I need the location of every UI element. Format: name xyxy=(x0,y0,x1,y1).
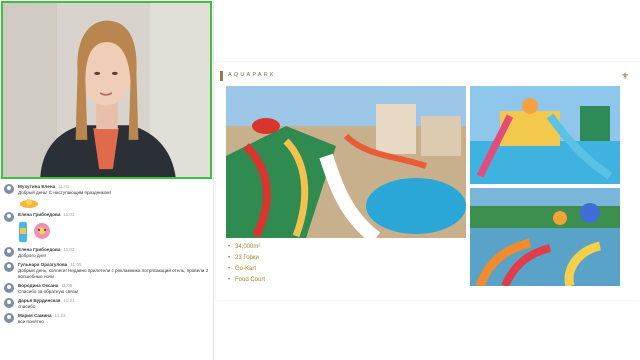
chat-timestamp: 11:21 xyxy=(63,298,75,303)
chat-message: Бородина Оксана 11:06 Спасибо за обратную … xyxy=(4,283,210,295)
chat-message-text: спасибо xyxy=(18,304,36,309)
chat-author: Елена Грибоедова xyxy=(18,212,61,217)
bullet-go-kart: Go-Kart xyxy=(228,264,265,275)
speaker-video-frame xyxy=(3,3,210,177)
chat-message: Елена Грибоедова 11:02 Доброго дня! xyxy=(4,247,210,259)
slide-title-marker xyxy=(220,71,223,81)
chat-author: Мария Самина xyxy=(18,313,52,318)
chat-message-text: Спасибо за обратную связь! xyxy=(18,289,79,294)
flowers-sticker-icon xyxy=(19,222,50,242)
slide-title: AQUAPARK xyxy=(228,72,276,78)
chat-message: Мухутина Елена 11:01 Добрый день! С наступ… xyxy=(4,184,210,209)
chat-message: Гульнара Оразгулова 11:05 Добрый день, кол… xyxy=(4,262,210,280)
hotel-logo-icon: ⚜ xyxy=(620,71,630,81)
slide-bullet-list: 34,000m² 23 Горки Go-Kart Food Court xyxy=(228,242,265,286)
webinar-app: Мухутина Елена 11:01 Добрый день! С наступ… xyxy=(0,0,640,360)
user-avatar-icon xyxy=(4,298,14,308)
chat-timestamp: 11:22 xyxy=(54,313,66,318)
chat-message-text: Доброго дня! xyxy=(18,253,46,258)
chat-author: Мухутина Елена xyxy=(18,184,56,189)
chat-panel[interactable]: Мухутина Елена 11:01 Добрый день! С наступ… xyxy=(0,182,214,360)
chat-author: Гульнара Оразгулова xyxy=(18,262,68,267)
aquapark-photo-bottom-right xyxy=(470,188,620,286)
chat-author: Елена Грибоедова xyxy=(18,247,61,252)
user-avatar-icon xyxy=(4,184,14,194)
chat-message-text: Добрый день! С наступающим праздником! xyxy=(18,190,111,195)
chat-message-text: Добрый день, коллеги! Недавно прилетели … xyxy=(18,268,209,279)
user-avatar-icon xyxy=(4,262,14,272)
user-avatar-icon xyxy=(4,212,14,222)
left-panel: Мухутина Елена 11:01 Добрый день! С наступ… xyxy=(0,0,214,360)
chat-author: Бородина Оксана xyxy=(18,283,59,288)
bullet-food-court: Food Court xyxy=(228,275,265,286)
chat-timestamp: 11:05 xyxy=(70,262,82,267)
chat-timestamp: 11:02 xyxy=(63,212,75,217)
chat-message: Мария Самина 11:22 все понятно xyxy=(4,313,210,325)
chat-message-text: все понятно xyxy=(18,319,44,324)
chat-timestamp: 11:01 xyxy=(58,184,70,189)
presentation-area: AQUAPARK ⚜ • 34,000m² • 23 Горки • Go-Ka… xyxy=(216,0,640,360)
chat-timestamp: 11:02 xyxy=(63,247,75,252)
bullet-slides: 23 Горки xyxy=(228,253,265,264)
chat-message: Елена Грибоедова 11:02 xyxy=(4,212,210,244)
user-avatar-icon xyxy=(4,283,14,293)
chat-author: Дарья Бурдинская xyxy=(18,298,61,303)
user-avatar-icon xyxy=(4,247,14,257)
user-avatar-icon xyxy=(4,313,14,323)
speaker-video[interactable] xyxy=(1,1,212,179)
sun-sticker-icon xyxy=(20,199,38,208)
bullet-area: 34,000m² xyxy=(228,242,265,253)
chat-message-header: Елена Грибоедова 11:02 xyxy=(18,212,210,218)
chat-timestamp: 11:06 xyxy=(61,283,73,288)
aquapark-photo-main xyxy=(226,86,466,238)
chat-message: Дарья Бурдинская 11:21 спасибо xyxy=(4,298,210,310)
aquapark-photo-top-right xyxy=(470,86,620,184)
presentation-slide: AQUAPARK ⚜ • 34,000m² • 23 Горки • Go-Ka… xyxy=(216,62,640,300)
